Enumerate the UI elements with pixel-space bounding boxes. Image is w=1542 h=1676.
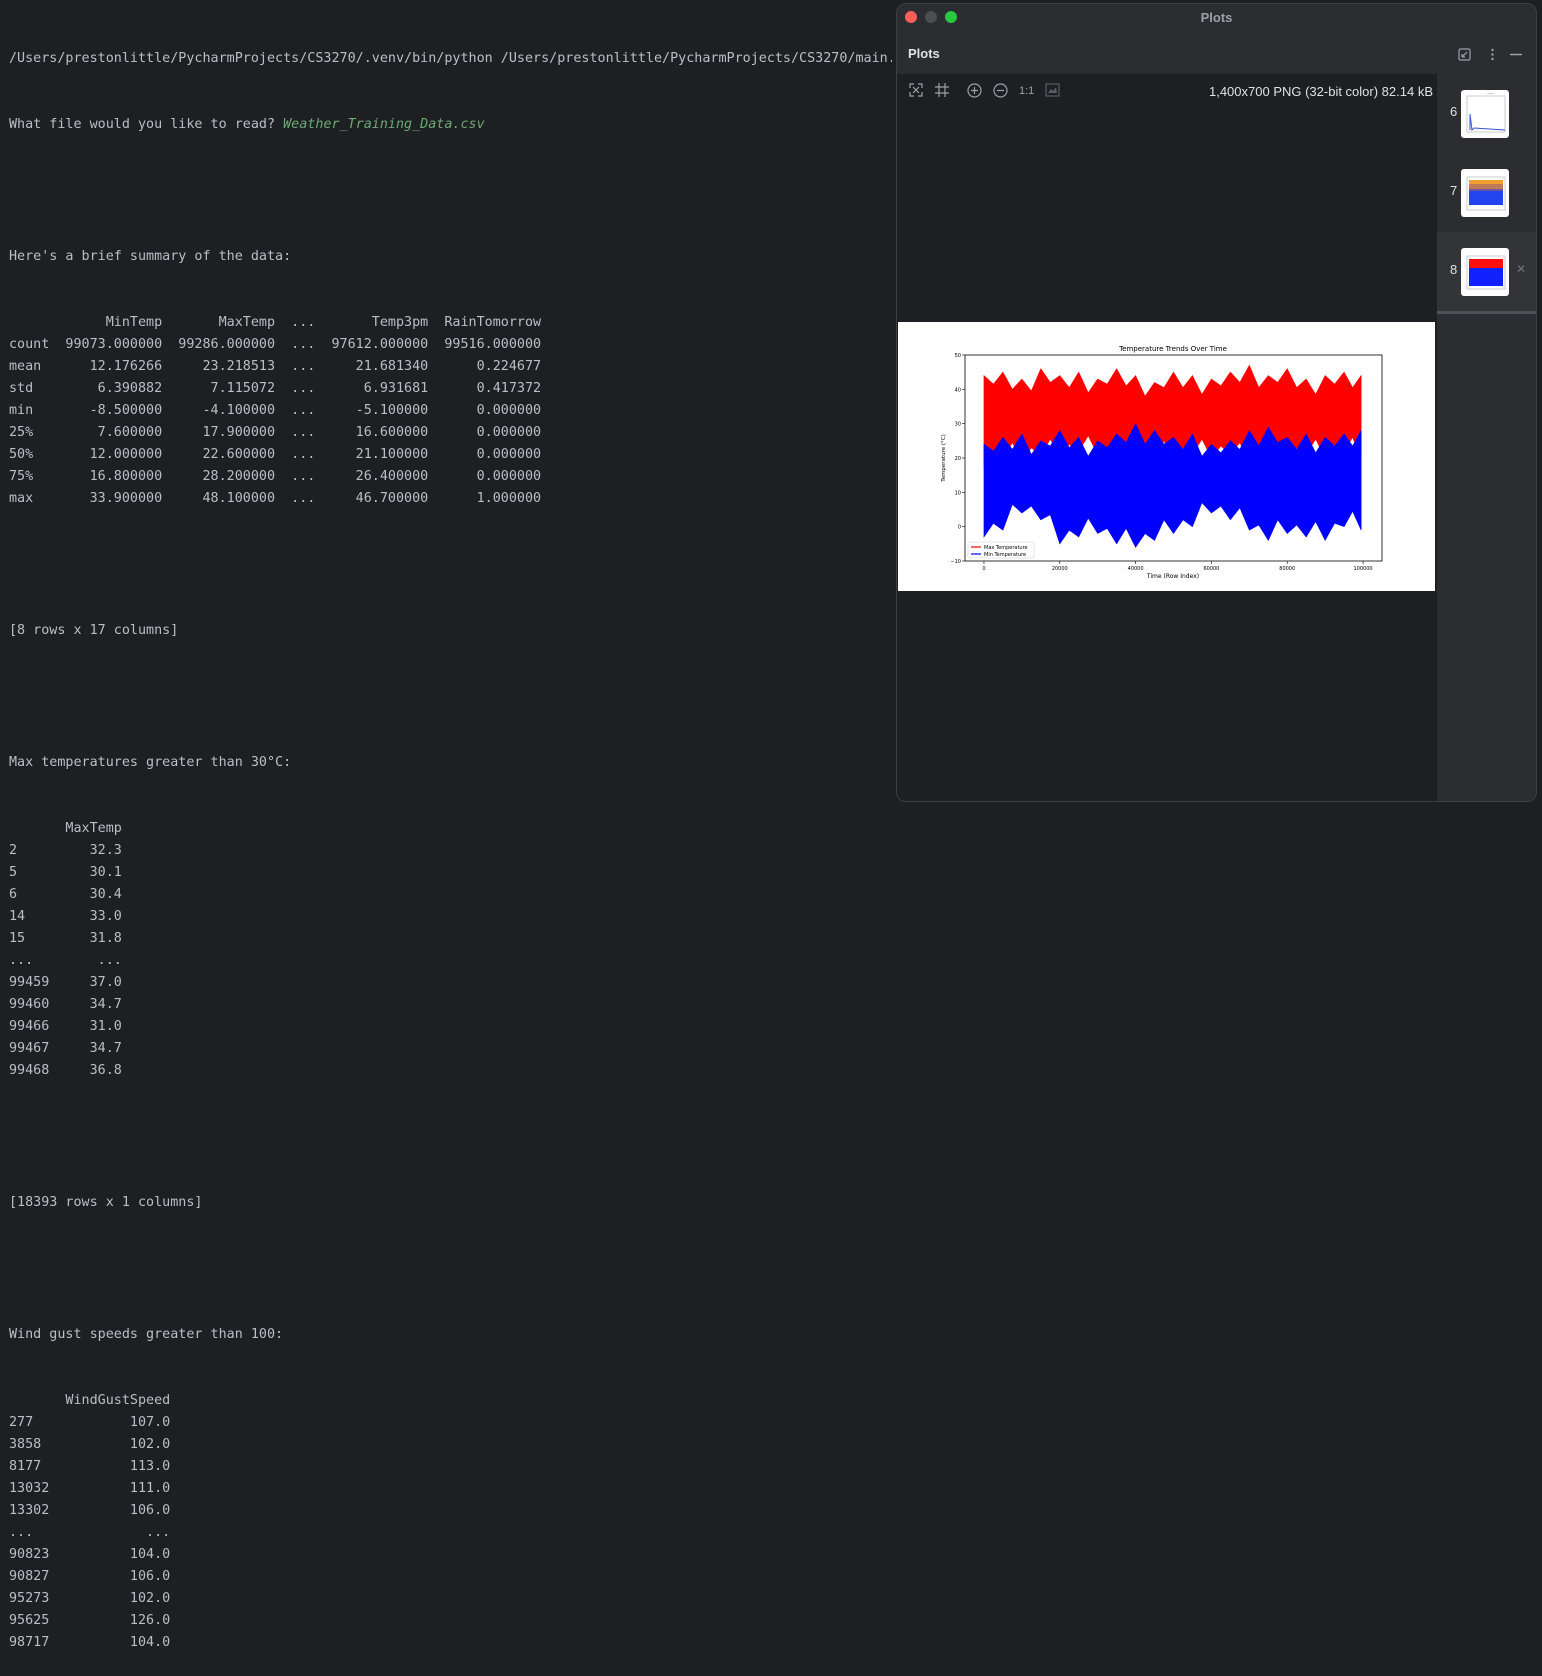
summary-table-row: std 6.390882 7.115072 ... 6.931681 0.417… <box>9 381 542 396</box>
thumbnail-item-selected[interactable]: 8 ✕ <box>1437 232 1536 314</box>
wind-table-row: 3858 102.0 <box>9 1437 171 1452</box>
wind-table: WindGustSpeed 277 107.0 3858 102.0 8177 113… <box>9 1390 892 1654</box>
maxtemp-table-row: 99468 36.8 <box>9 1063 122 1078</box>
y-tick-label: 10 <box>955 490 961 496</box>
thumbnail-item[interactable]: 6 ──── <box>1437 74 1536 153</box>
maxtemp-table-row: 99466 31.0 <box>9 1019 122 1034</box>
y-tick-label: 20 <box>955 456 961 462</box>
thumbnail-preview: ──── <box>1461 90 1509 138</box>
x-tick-label: 40000 <box>1128 566 1144 572</box>
maxtemp-table-row: 99459 37.0 <box>9 975 122 990</box>
chart-title: Temperature Trends Over Time <box>1118 345 1227 353</box>
summary-table-row: 50% 12.000000 22.600000 ... 21.100000 0.… <box>9 447 542 462</box>
fit-to-window-icon[interactable] <box>909 83 923 100</box>
command-line: /Users/prestonlittle/PycharmProjects/CS3… <box>9 51 892 66</box>
wind-table-row: 90827 106.0 <box>9 1569 171 1584</box>
thumbnail-preview <box>1461 248 1509 296</box>
y-axis-label: Temperature (°C) <box>941 434 947 482</box>
zoom-in-icon[interactable] <box>967 83 982 101</box>
summary-table-row: max 33.900000 48.100000 ... 46.700000 1.… <box>9 491 542 506</box>
thumbnail-number: 6 <box>1450 104 1458 119</box>
summary-table-row: 25% 7.600000 17.900000 ... 16.600000 0.0… <box>9 425 542 440</box>
x-tick-label: 20000 <box>1052 566 1068 572</box>
summary-heading: Here's a brief summary of the data: <box>9 249 292 264</box>
maxtemp-shape: [18393 rows x 1 columns] <box>9 1195 203 1210</box>
y-tick-label: 30 <box>955 422 961 428</box>
maxtemp-table-row: 2 32.3 <box>9 843 122 858</box>
series-line-min <box>983 422 1362 548</box>
maxtemp-heading: Max temperatures greater than 30°C: <box>9 755 292 770</box>
plot-viewer: 1:1 1,400x700 PNG (32-bit color) 82.14 k… <box>897 74 1437 801</box>
file-prompt-answer[interactable]: Weather_Training_Data.csv <box>283 117 485 132</box>
wind-table-row: 8177 113.0 <box>9 1459 171 1474</box>
thumbnail-item[interactable]: 7 <box>1437 153 1536 232</box>
maxtemp-table-row: 15 31.8 <box>9 931 122 946</box>
window-titlebar[interactable]: Plots <box>897 4 1536 32</box>
temperature-chart: Temperature Trends Over Time Time (Row I… <box>941 345 1383 580</box>
run-console-output: /Users/prestonlittle/PycharmProjects/CS3… <box>0 0 892 1650</box>
wind-heading: Wind gust speeds greater than 100: <box>9 1327 284 1342</box>
wind-table-row: 13302 106.0 <box>9 1503 171 1518</box>
legend-label: Min Temperature <box>984 552 1026 558</box>
panel-title: Plots <box>908 46 940 61</box>
maxtemp-table-row: MaxTemp <box>9 821 122 836</box>
x-tick-label: 100000 <box>1353 566 1372 572</box>
y-tick-label: 0 <box>958 525 961 531</box>
y-tick-label: −10 <box>950 559 961 565</box>
image-info: 1,400x700 PNG (32-bit color) 82.14 kB <box>1208 84 1433 99</box>
y-tick-label: 40 <box>955 387 961 393</box>
summary-shape: [8 rows x 17 columns] <box>9 623 179 638</box>
maxtemp-table-row: ... ... <box>9 953 122 968</box>
wind-table-row: 98717 104.0 <box>9 1635 171 1650</box>
maxtemp-table-row: 14 33.0 <box>9 909 122 924</box>
plots-window: Plots Plots 1:1 1,400x700 PNG (32-bit co… <box>896 3 1537 802</box>
zoom-out-icon[interactable] <box>993 83 1008 101</box>
x-tick-label: 80000 <box>1279 566 1295 572</box>
y-tick-label: 50 <box>955 353 961 359</box>
window-title: Plots <box>1200 10 1233 25</box>
plot-thumbnails: 6 ──── 7 8 ✕ <box>1437 74 1536 801</box>
wind-table-row: 277 107.0 <box>9 1415 171 1430</box>
summary-table: MinTemp MaxTemp ... Temp3pm RainTomorrow… <box>9 312 892 510</box>
summary-table-row: min -8.500000 -4.100000 ... -5.100000 0.… <box>9 403 542 418</box>
wind-table-row: 13032 111.0 <box>9 1481 171 1496</box>
background-toggle-icon[interactable] <box>1045 83 1060 100</box>
more-options-icon[interactable] <box>1486 48 1499 64</box>
dock-icon[interactable] <box>1458 48 1471 64</box>
legend-label: Max Temperature <box>984 545 1028 551</box>
x-axis-label: Time (Row Index) <box>1146 573 1199 580</box>
summary-table-row: 75% 16.800000 28.200000 ... 26.400000 0.… <box>9 469 542 484</box>
file-prompt: What file would you like to read? <box>9 117 284 132</box>
crop-grid-icon[interactable] <box>935 83 949 100</box>
maxtemp-table-row: 6 30.4 <box>9 887 122 902</box>
remove-thumbnail-icon[interactable]: ✕ <box>1516 262 1526 276</box>
plot-image[interactable]: Temperature Trends Over Time Time (Row I… <box>898 322 1435 591</box>
maxtemp-table: MaxTemp 2 32.3 5 30.1 6 30.4 14 33.0 15 31.8.… <box>9 818 892 1082</box>
thumbnail-preview <box>1461 169 1509 217</box>
thumbnail-number: 7 <box>1450 183 1458 198</box>
thumbnail-number: 8 <box>1450 262 1458 277</box>
plots-panel-header: Plots <box>897 32 1536 74</box>
hide-panel-icon[interactable] <box>1509 48 1523 64</box>
wind-table-row: 95273 102.0 <box>9 1591 171 1606</box>
wind-table-row: 90823 104.0 <box>9 1547 171 1562</box>
wind-table-row: 95625 126.0 <box>9 1613 171 1628</box>
maxtemp-table-row: 5 30.1 <box>9 865 122 880</box>
file-prompt-line: What file would you like to read? Weathe… <box>9 114 892 136</box>
wind-table-row: WindGustSpeed <box>9 1393 171 1408</box>
summary-table-row: mean 12.176266 23.218513 ... 21.681340 0… <box>9 359 542 374</box>
summary-table-row: count 99073.000000 99286.000000 ... 9761… <box>9 337 542 352</box>
maxtemp-table-row: 99460 34.7 <box>9 997 122 1012</box>
summary-table-row: MinTemp MaxTemp ... Temp3pm RainTomorrow <box>9 315 542 330</box>
x-tick-label: 60000 <box>1203 566 1219 572</box>
x-tick-label: 0 <box>982 566 985 572</box>
maxtemp-table-row: 99467 34.7 <box>9 1041 122 1056</box>
actual-size-button[interactable]: 1:1 <box>1019 85 1034 97</box>
svg-text:────: ──── <box>1486 92 1494 96</box>
wind-table-row: ... ... <box>9 1525 171 1540</box>
